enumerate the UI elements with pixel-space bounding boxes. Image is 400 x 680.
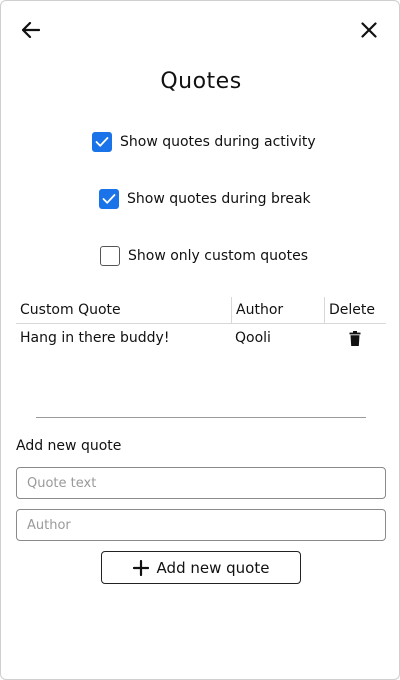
column-header-author: Author (231, 296, 324, 324)
custom-quotes-table: Custom Quote Author Delete Hang in there… (16, 296, 386, 352)
add-quote-button-label: Add new quote (156, 558, 270, 577)
option-show-during-activity[interactable]: Show quotes during activity (92, 132, 316, 152)
close-icon[interactable] (356, 17, 382, 43)
page-title: Quotes (160, 69, 242, 94)
divider (36, 417, 366, 418)
author-input[interactable] (16, 509, 386, 541)
quote-text-input[interactable] (16, 467, 386, 499)
checkbox-unchecked-icon[interactable] (100, 246, 120, 266)
option-only-custom[interactable]: Show only custom quotes (100, 246, 308, 266)
plus-icon (132, 559, 149, 576)
add-quote-button[interactable]: Add new quote (101, 551, 301, 584)
table-header: Custom Quote Author Delete (16, 296, 386, 324)
quote-cell: Hang in there buddy! (20, 330, 170, 346)
column-header-delete: Delete (324, 296, 386, 324)
author-cell: Qooli (235, 330, 271, 346)
checkbox-checked-icon[interactable] (92, 132, 112, 152)
add-quote-heading: Add new quote (16, 438, 122, 454)
table-row: Hang in there buddy! Qooli (16, 324, 386, 352)
quotes-window: Quotes Show quotes during activity Show … (0, 0, 400, 680)
column-header-quote: Custom Quote (20, 302, 121, 318)
option-label: Show quotes during break (127, 191, 311, 207)
option-show-during-break[interactable]: Show quotes during break (99, 189, 311, 209)
option-label: Show only custom quotes (128, 248, 309, 264)
checkbox-checked-icon[interactable] (99, 189, 119, 209)
back-arrow-icon[interactable] (18, 17, 44, 43)
delete-cell (324, 330, 386, 346)
trash-icon[interactable] (349, 330, 361, 346)
option-label: Show quotes during activity (120, 134, 316, 150)
